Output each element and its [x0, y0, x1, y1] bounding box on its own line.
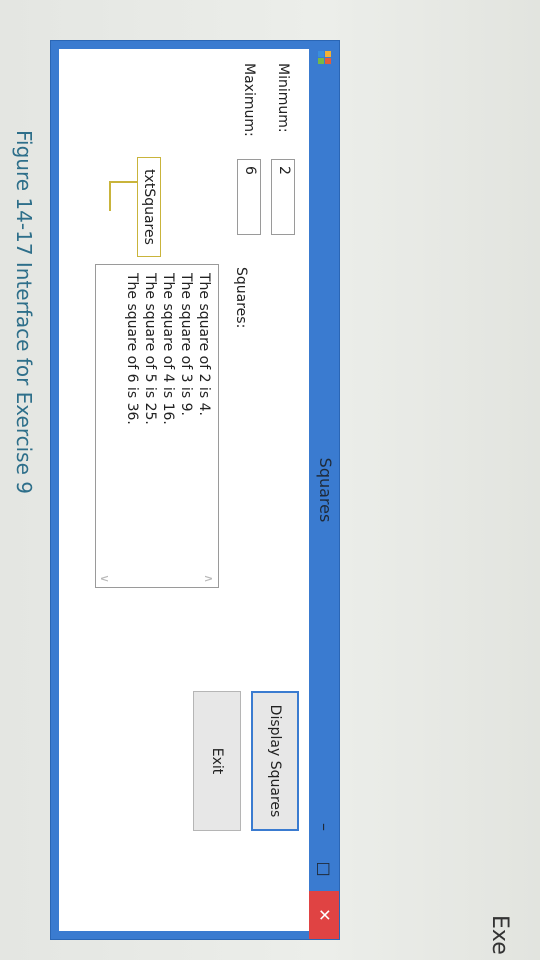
exit-button[interactable]: Exit: [193, 691, 241, 831]
scroll-up-icon[interactable]: ∧: [202, 574, 216, 583]
maximum-input[interactable]: 6: [237, 159, 261, 235]
square-line: The square of 4 is 16.: [160, 273, 176, 425]
title-bar[interactable]: Squares – □ ✕: [309, 41, 339, 939]
minimize-icon[interactable]: –: [309, 807, 339, 847]
close-icon[interactable]: ✕: [309, 891, 339, 939]
scroll-down-icon[interactable]: ∨: [98, 574, 112, 583]
squares-label: Squares:: [233, 267, 249, 329]
callout-txtsquares: txtSquares: [137, 157, 161, 257]
minimum-label: Minimum:: [275, 63, 291, 133]
display-squares-button[interactable]: Display Squares: [251, 691, 299, 831]
maximize-icon[interactable]: □: [309, 849, 339, 889]
callout-connector: [109, 181, 111, 211]
square-line: The square of 3 is 9.: [178, 273, 194, 416]
square-line: The square of 6 is 36.: [124, 273, 140, 425]
form-client-area: Minimum: 2 Maximum: 6 Squares: The squar…: [59, 49, 309, 931]
page-side-word: Exe: [487, 915, 512, 955]
figure-caption: Figure 14-17 Interface for Exercise 9: [12, 130, 36, 494]
squares-textbox[interactable]: The square of 2 is 4. The square of 3 is…: [95, 264, 219, 588]
minimum-input[interactable]: 2: [271, 159, 295, 235]
square-line: The square of 5 is 25.: [142, 273, 158, 425]
callout-connector: [109, 181, 137, 183]
maximum-label: Maximum:: [241, 63, 257, 137]
squares-window: Squares – □ ✕ Minimum: 2 Maximum: 6 Squa…: [50, 40, 340, 940]
rotated-stage: Squares – □ ✕ Minimum: 2 Maximum: 6 Squa…: [50, 40, 340, 940]
square-line: The square of 2 is 4.: [196, 273, 212, 416]
window-title: Squares: [316, 457, 335, 523]
